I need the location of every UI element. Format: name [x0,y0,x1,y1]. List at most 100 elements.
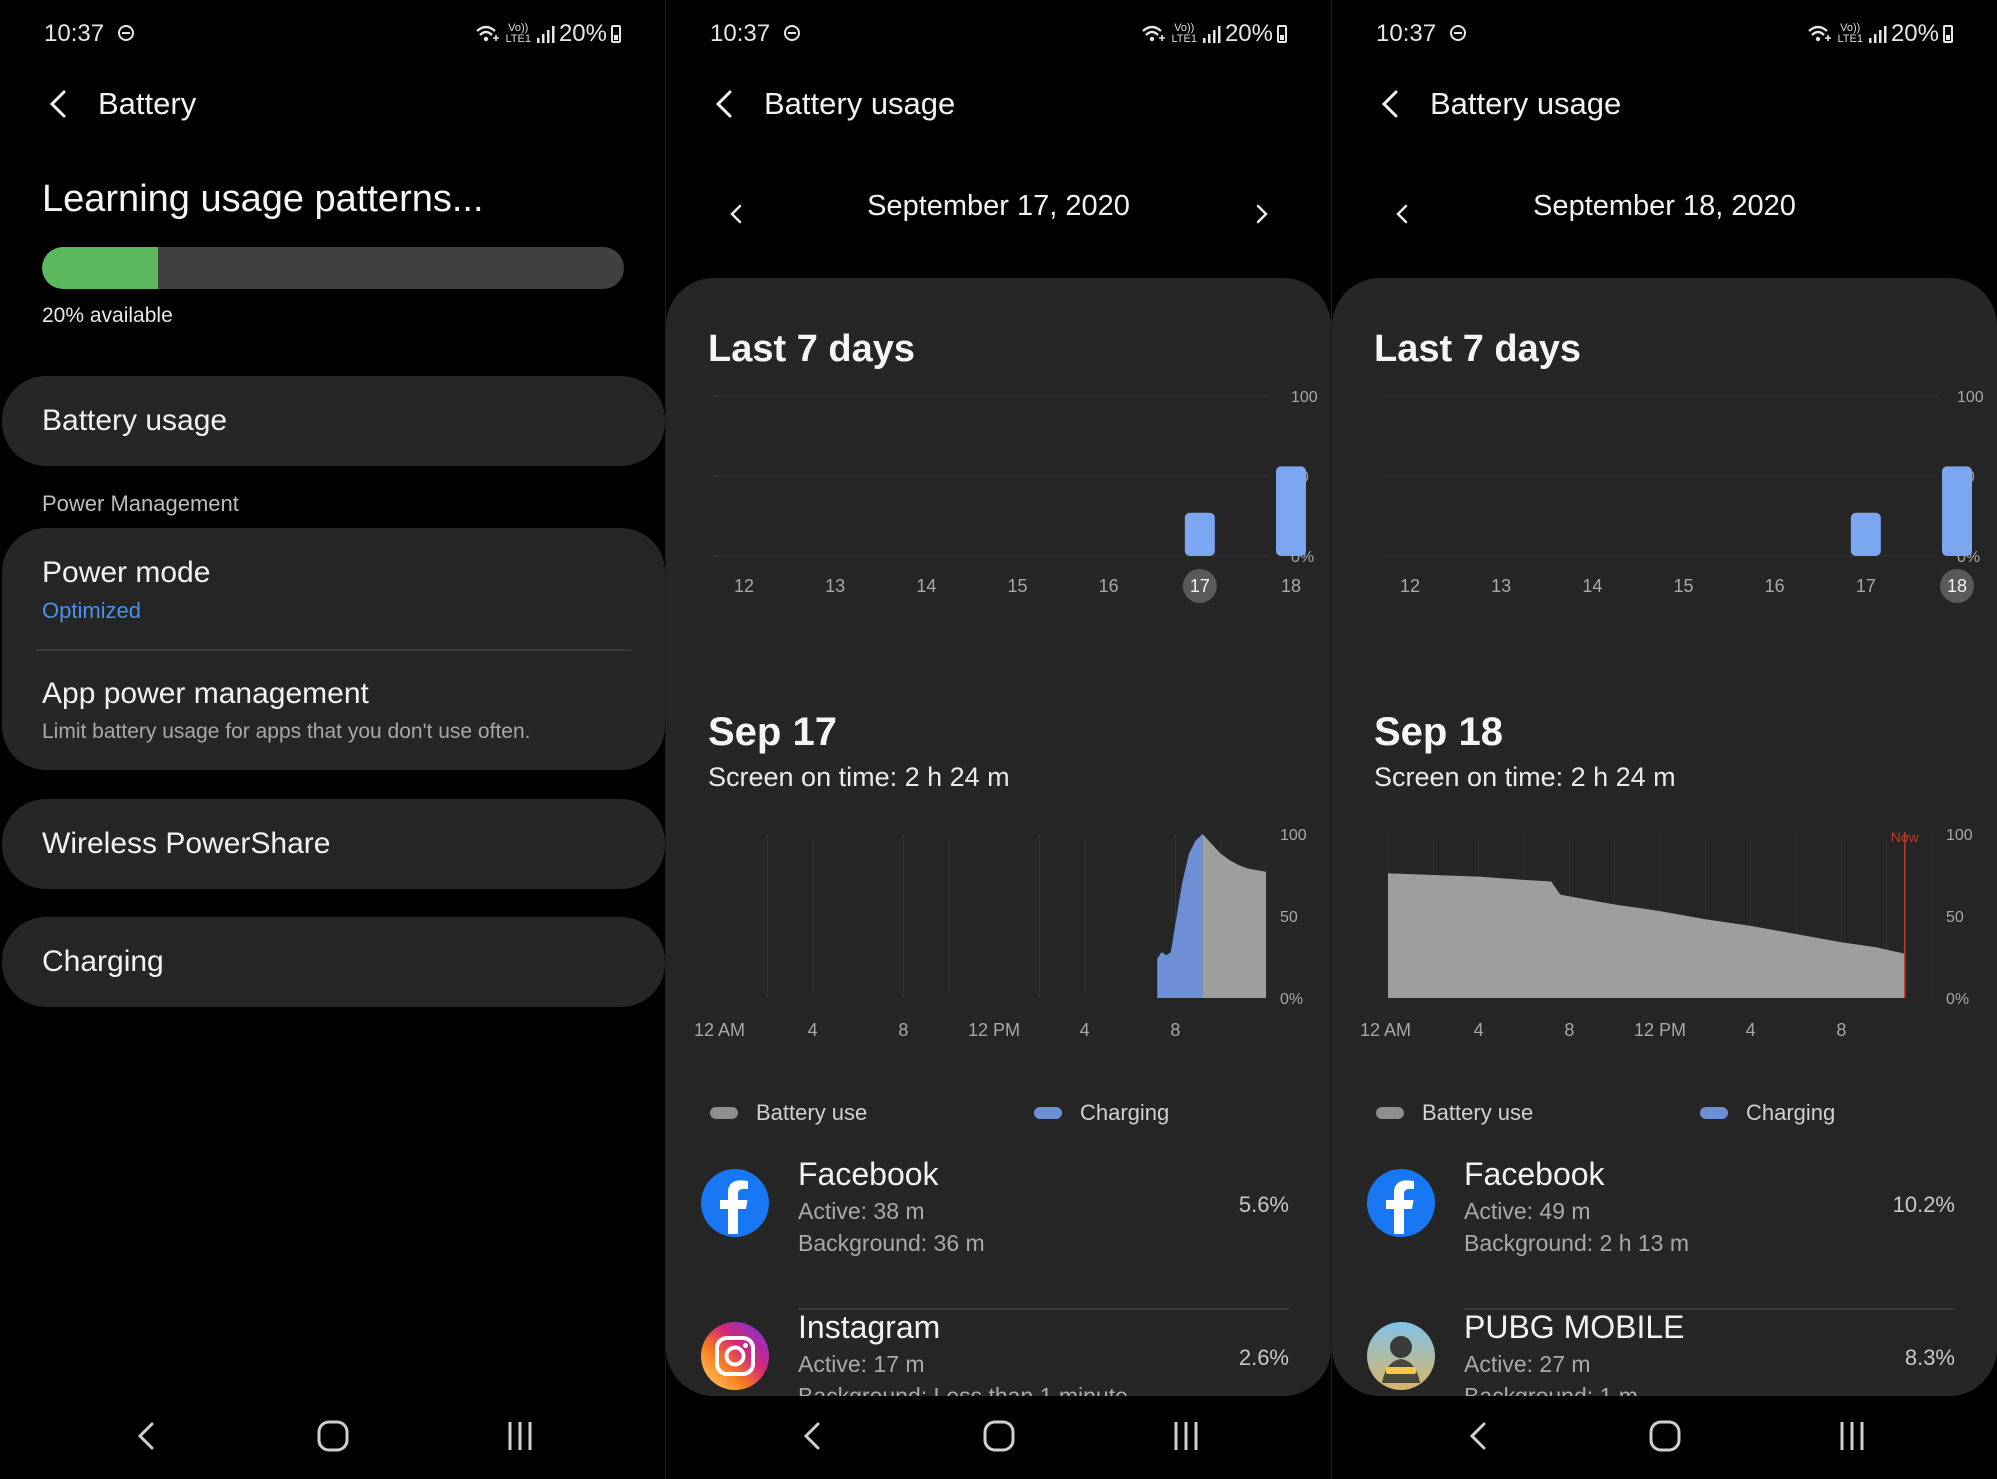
page-title: Battery usage [1430,86,1622,121]
wireless-powershare-item[interactable]: Wireless PowerShare [2,799,665,889]
legend-battery-use: Battery use [1376,1100,1533,1126]
battery-usage-item[interactable]: Battery usage [2,376,665,466]
y-tick-label: 100 [1291,389,1318,406]
nav-back-icon[interactable] [125,1414,169,1458]
app-power-management-desc: Limit battery usage for apps that you do… [42,720,531,743]
app-usage-row[interactable]: PUBG MOBILE Active: 27 m Background: 1 m… [1332,1309,1997,1396]
app-active-time: Active: 27 m [1464,1351,1591,1377]
weekly-usage-chart: 100500%12131415161718 [714,389,1318,603]
battery-icon [1277,25,1287,43]
do-not-disturb-icon [784,25,800,41]
charging-area [1157,834,1203,998]
screen-on-time: Screen on time: 2 h 24 m [708,762,1010,792]
app-usage-percent: 8.3% [1904,1345,1955,1370]
legend-swatch-grey [710,1107,738,1119]
back-arrow-icon[interactable] [1372,84,1412,124]
wireless-powershare-label: Wireless PowerShare [42,827,331,860]
x-tick-label: 12 AM [694,1020,745,1040]
battery-progress-fill [42,247,159,289]
x-tick-label: 4 [808,1020,818,1040]
app-power-management-label: App power management [42,677,369,710]
now-label: Now [1891,829,1920,845]
signal-icon [536,26,555,43]
back-arrow-icon[interactable] [706,84,746,124]
y-tick-label: 50 [1280,909,1298,926]
header: Battery [40,84,196,124]
battery-use-area [1388,873,1905,998]
do-not-disturb-icon [118,25,134,41]
x-tick-label: 15 [1007,576,1027,596]
pubg-mobile-icon [1367,1322,1435,1390]
x-tick-label: 17 [1190,576,1210,596]
x-tick-label: 12 AM [1360,1020,1411,1040]
nav-home-icon[interactable] [1643,1414,1687,1458]
app-background-time: Background: 36 m [798,1230,985,1256]
nav-home-icon[interactable] [311,1414,355,1458]
battery-screen: 10:37 Vo)) LTE1 20% Battery Learning usag… [0,0,665,1479]
app-background-time: Background: 1 m [1464,1383,1638,1396]
app-background-time: Background: Less than 1 minute [798,1383,1128,1396]
app-usage-row[interactable]: Instagram Active: 17 m Background: Less … [666,1309,1331,1396]
app-name: PUBG MOBILE [1464,1309,1685,1345]
legend-charging: Charging [1034,1100,1169,1126]
selected-date: September 17, 2020 [867,190,1130,222]
y-tick-label: 0% [1280,991,1303,1008]
week-bar [1276,466,1306,556]
legend-label: Charging [1746,1100,1836,1125]
week-bar [1942,466,1972,556]
battery-percent: 20% [1890,20,1939,47]
legend-label: Charging [1080,1100,1170,1125]
nav-back-icon[interactable] [1457,1414,1501,1458]
power-mode-item[interactable]: Power mode Optimized [2,528,665,648]
x-tick-label: 18 [1281,576,1301,596]
battery-usage-label: Battery usage [42,404,228,437]
x-tick-label: 12 PM [968,1020,1020,1040]
status-time: 10:37 [1376,20,1437,47]
x-tick-label: 13 [1491,576,1511,596]
nav-recents-icon[interactable] [1164,1414,1208,1458]
x-tick-label: 14 [916,576,936,596]
page-title: Battery [98,86,197,121]
facebook-icon [701,1169,769,1237]
date-selector: September 17, 2020 [666,190,1331,234]
header: Battery usage [1372,84,1621,124]
x-tick-label: 16 [1099,576,1119,596]
wifi-calling-icon [476,25,500,42]
wifi-calling-icon [1808,25,1832,42]
week-bar [1184,512,1215,556]
signal-icon [1868,26,1887,43]
do-not-disturb-icon [1450,25,1466,41]
legend-label: Battery use [756,1100,868,1125]
app-usage-row[interactable]: Facebook Active: 38 m Background: 36 m 5… [666,1156,1331,1310]
status-bar: 10:37 Vo)) LTE1 20% [44,18,621,52]
app-name: Instagram [798,1309,941,1345]
nav-recents-icon[interactable] [498,1414,542,1458]
x-tick-label: 4 [1080,1020,1090,1040]
back-arrow-icon[interactable] [40,84,80,124]
x-tick-label: 14 [1582,576,1602,596]
x-tick-label: 4 [1746,1020,1756,1040]
legend-charging: Charging [1700,1100,1835,1126]
app-usage-percent: 5.6% [1238,1192,1289,1217]
power-management-header: Power Management [42,491,239,516]
charging-label: Charging [42,945,164,978]
next-day-chevron-icon[interactable] [1248,200,1276,228]
header: Battery usage [706,84,955,124]
app-name: Facebook [798,1156,939,1192]
app-usage-row[interactable]: Facebook Active: 49 m Background: 2 h 13… [1332,1156,1997,1310]
volte-indicator: Vo)) LTE1 [1171,22,1197,45]
app-power-management-item[interactable]: App power management Limit battery usage… [2,650,665,770]
last-7-days-title: Last 7 days [1374,328,1581,370]
nav-recents-icon[interactable] [1830,1414,1874,1458]
screen-on-time: Screen on time: 2 h 24 m [1374,762,1676,792]
nav-home-icon[interactable] [977,1414,1021,1458]
app-active-time: Active: 38 m [798,1198,925,1224]
learning-title: Learning usage patterns... [42,178,484,220]
charging-item[interactable]: Charging [2,917,665,1007]
navigation-bar [0,1396,665,1479]
wifi-calling-icon [1142,25,1166,42]
x-tick-label: 8 [1564,1020,1574,1040]
nav-back-icon[interactable] [791,1414,835,1458]
daily-usage-chart: 100 50 0% Now 12 AM 4 8 12 PM 4 8 [1360,827,1973,1040]
facebook-icon [1367,1169,1435,1237]
